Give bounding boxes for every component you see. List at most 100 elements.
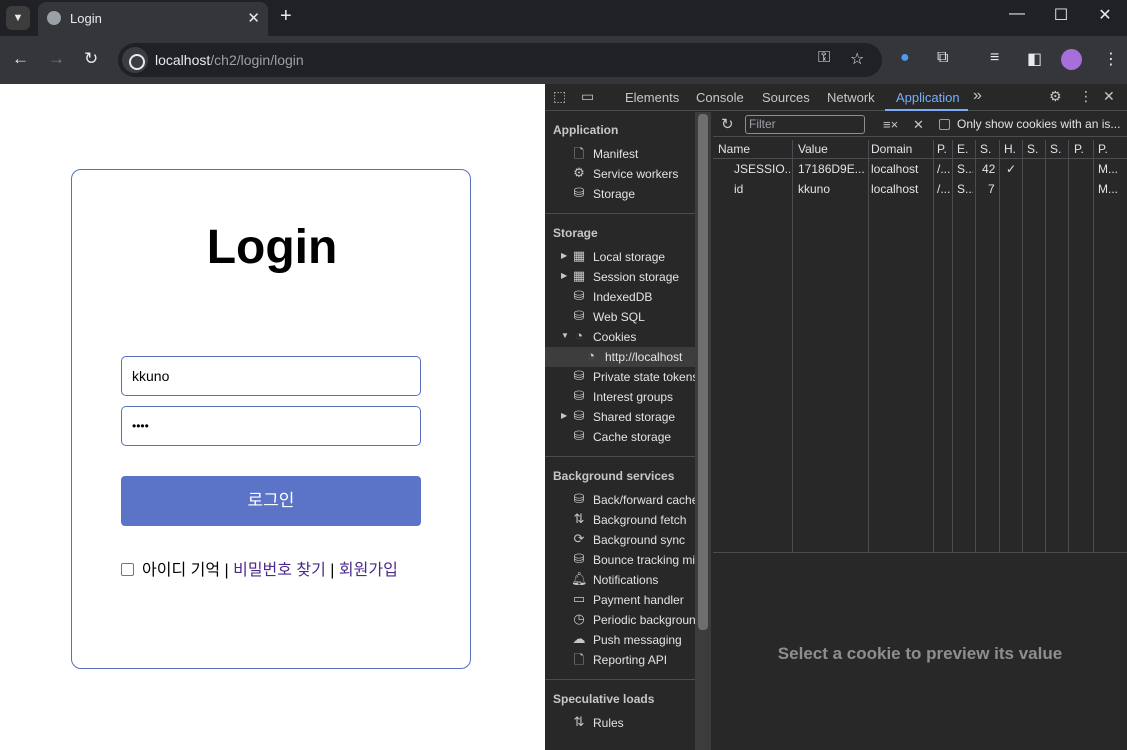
scrollbar-thumb[interactable] <box>698 114 708 630</box>
back-arrow-icon[interactable]: ← <box>12 49 29 69</box>
signup-link[interactable]: 회원가입 <box>339 562 398 579</box>
sidebar-item-background-sync[interactable]: ⟳ Background sync <box>545 530 695 550</box>
column-separator <box>1045 140 1046 552</box>
filter-input[interactable]: Filter <box>745 115 865 134</box>
site-info-icon[interactable] <box>122 47 148 73</box>
column-header-secure[interactable]: S. <box>1027 142 1044 156</box>
column-separator <box>1093 140 1094 552</box>
database-icon: ⛁ <box>573 185 585 200</box>
minimize-icon[interactable]: — <box>994 5 1040 23</box>
expand-arrow-icon[interactable]: ▶ <box>561 251 567 260</box>
column-header-size[interactable]: S. <box>980 142 997 156</box>
cookies-table: Name Value Domain P. E. S. H. S. S. P. P… <box>713 140 1127 552</box>
address-bar[interactable]: localhost/ch2/login/login ⚿ ☆ <box>118 43 882 77</box>
login-button[interactable]: 로그인 <box>121 476 421 526</box>
column-header-path[interactable]: P. <box>937 142 951 156</box>
username-input[interactable]: kkuno <box>121 356 421 396</box>
column-header-domain[interactable]: Domain <box>871 142 931 156</box>
sidebar-item-rules[interactable]: ⇅ Rules <box>545 713 695 733</box>
tab-elements[interactable]: Elements <box>625 90 679 105</box>
sidebar-item-storage[interactable]: ⛁ Storage <box>545 184 695 204</box>
sidebar-item-payment-handler[interactable]: ▭ Payment handler <box>545 590 695 610</box>
tab-sources[interactable]: Sources <box>762 90 810 105</box>
card-icon: ▭ <box>572 591 586 606</box>
find-password-link[interactable]: 비밀번호 찾기 <box>233 562 326 579</box>
forward-arrow-icon[interactable]: → <box>48 49 65 69</box>
browser-tab-login[interactable]: Login ✕ <box>38 2 268 36</box>
column-header-expires[interactable]: E. <box>957 142 973 156</box>
url-text[interactable]: localhost/ch2/login/login <box>155 52 304 68</box>
sidebar-item-cookie-origin[interactable]: ◔ http://localhost <box>545 347 695 367</box>
sidebar-item-indexeddb[interactable]: ⛁ IndexedDB <box>545 287 695 307</box>
sidebar-item-background-fetch[interactable]: ⇅ Background fetch <box>545 510 695 530</box>
sidebar-item-reporting-api[interactable]: 🗋 Reporting API <box>545 650 695 670</box>
sidebar-item-manifest[interactable]: 🗋 Manifest <box>545 144 695 164</box>
tab-application[interactable]: Application <box>896 90 960 105</box>
star-icon[interactable]: ☆ <box>850 49 864 69</box>
chevron-down-icon: ▼ <box>12 12 24 24</box>
sidebar-item-periodic-background-sync[interactable]: ◷ Periodic backgroun <box>545 610 695 630</box>
header-divider <box>713 158 1127 159</box>
window-close-icon[interactable]: ✕ <box>1082 5 1127 25</box>
column-separator <box>933 140 934 552</box>
cell-size: 42 <box>982 162 996 176</box>
collapse-arrow-icon[interactable]: ▼ <box>561 331 569 340</box>
settings-gear-icon[interactable]: ⚙ <box>1049 88 1062 105</box>
sidebar-item-service-workers[interactable]: ⚙ Service workers <box>545 164 695 184</box>
tab-network[interactable]: Network <box>827 90 875 105</box>
password-input[interactable]: •••• <box>121 406 421 446</box>
tab-close-button[interactable]: ✕ <box>247 9 260 27</box>
only-issues-checkbox[interactable] <box>939 119 950 130</box>
refresh-icon[interactable]: ↻ <box>721 115 734 133</box>
clock-icon: ◷ <box>573 611 585 626</box>
devtools-tab-bar: ⬚ ▭ Elements Console Sources Network App… <box>545 84 1127 111</box>
puzzle-icon[interactable]: ⧉ <box>937 49 948 67</box>
database-icon: ⛁ <box>573 491 585 506</box>
sidebar-item-cache-storage[interactable]: ⛁ Cache storage <box>545 427 695 447</box>
cookie-icon: ◔ <box>587 348 595 363</box>
column-header-samesite[interactable]: S. <box>1050 142 1067 156</box>
database-icon: ⛁ <box>573 288 585 303</box>
sidebar-item-push-messaging[interactable]: ☁ Push messaging <box>545 630 695 650</box>
sidebar-item-notifications[interactable]: 🔔︎ Notifications <box>545 570 695 590</box>
sidebar-item-session-storage[interactable]: ▶ ▦ Session storage <box>545 267 695 287</box>
kebab-menu-icon[interactable]: ⋮ <box>1079 88 1093 105</box>
sidebar-item-back-forward-cache[interactable]: ⛁ Back/forward cache <box>545 490 695 510</box>
side-panel-icon[interactable]: ◧ <box>1027 49 1042 69</box>
tab-search-button[interactable]: ▼ <box>6 6 30 30</box>
clear-filtered-icon[interactable]: ≡× <box>883 117 898 132</box>
column-header-priority[interactable]: P. <box>1098 142 1125 156</box>
sidebar-item-shared-storage[interactable]: ▶ ⛁ Shared storage <box>545 407 695 427</box>
clear-icon[interactable]: ✕ <box>913 117 924 133</box>
kebab-menu-icon[interactable]: ⋮ <box>1103 49 1119 69</box>
close-devtools-icon[interactable]: ✕ <box>1103 88 1115 105</box>
tab-console[interactable]: Console <box>696 90 744 105</box>
column-header-value[interactable]: Value <box>798 142 866 156</box>
column-header-partition-key[interactable]: P. <box>1074 142 1092 156</box>
inspect-element-icon[interactable]: ⬚ <box>553 88 566 105</box>
new-tab-button[interactable]: + <box>280 5 292 28</box>
reload-icon[interactable]: ↻ <box>84 49 98 69</box>
column-header-name[interactable]: Name <box>718 142 790 156</box>
sidebar-item-local-storage[interactable]: ▶ ▦ Local storage <box>545 247 695 267</box>
key-icon[interactable]: ⚿ <box>818 49 830 67</box>
extension-globe-icon[interactable]: ● <box>900 49 910 67</box>
media-queue-icon[interactable]: ≡ <box>990 49 999 67</box>
sync-icon: ⟳ <box>573 531 585 546</box>
sidebar-item-web-sql[interactable]: ⛁ Web SQL <box>545 307 695 327</box>
profile-avatar[interactable] <box>1061 49 1082 70</box>
column-separator <box>1068 140 1069 552</box>
sidebar-vertical-scrollbar[interactable] <box>695 112 711 750</box>
column-header-httponly[interactable]: H. <box>1004 142 1021 156</box>
sidebar-item-private-state-tokens[interactable]: ⛁ Private state tokens <box>545 367 695 387</box>
expand-arrow-icon[interactable]: ▶ <box>561 411 567 420</box>
sidebar-item-bounce-tracking[interactable]: ⛁ Bounce tracking mi <box>545 550 695 570</box>
expand-arrow-icon[interactable]: ▶ <box>561 271 567 280</box>
database-icon: ⛁ <box>573 368 585 383</box>
remember-id-checkbox[interactable] <box>121 563 134 576</box>
more-tabs-button[interactable]: » <box>973 87 982 105</box>
sidebar-item-cookies[interactable]: ▼ ◔ Cookies <box>545 327 695 347</box>
device-toolbar-icon[interactable]: ▭ <box>581 88 594 105</box>
maximize-icon[interactable]: ☐ <box>1038 5 1084 25</box>
sidebar-item-interest-groups[interactable]: ⛁ Interest groups <box>545 387 695 407</box>
